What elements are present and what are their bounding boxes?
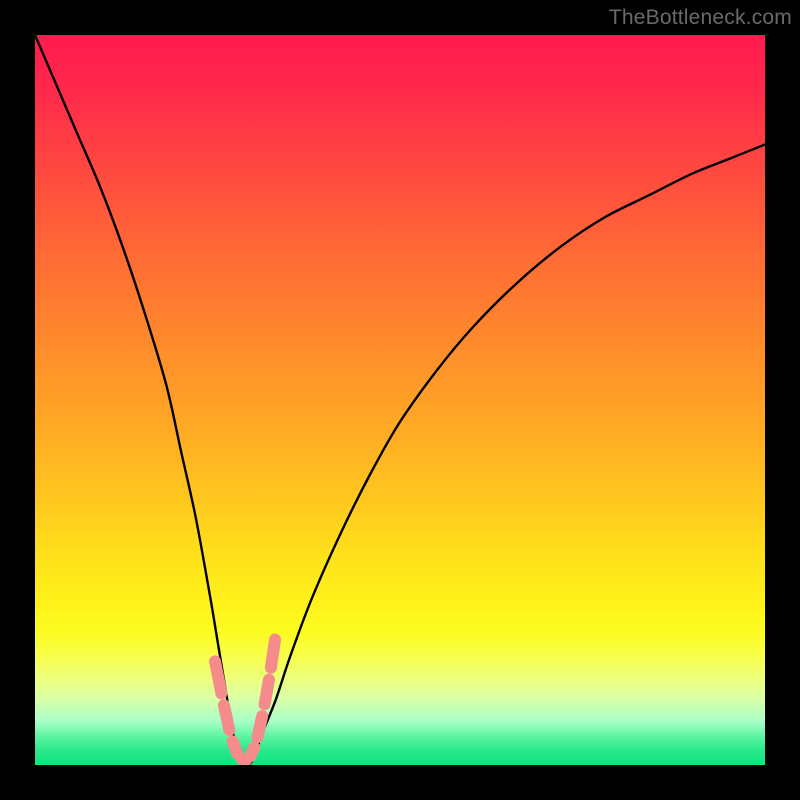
optimal-marker-dash	[271, 640, 275, 668]
optimal-marker-dash	[224, 705, 229, 730]
chart-frame: TheBottleneck.com	[0, 0, 800, 800]
optimal-marker-dash	[215, 661, 221, 693]
optimal-marker-dash	[257, 716, 262, 737]
watermark-text: TheBottleneck.com	[609, 6, 792, 30]
optimal-marker-dash	[265, 680, 269, 705]
curve-layer	[35, 35, 765, 765]
plot-area	[35, 35, 765, 765]
optimal-marker-dash	[250, 747, 254, 756]
optimal-marker-dash	[233, 741, 238, 753]
bottleneck-curve	[35, 35, 765, 765]
optimal-range-markers	[215, 640, 275, 761]
